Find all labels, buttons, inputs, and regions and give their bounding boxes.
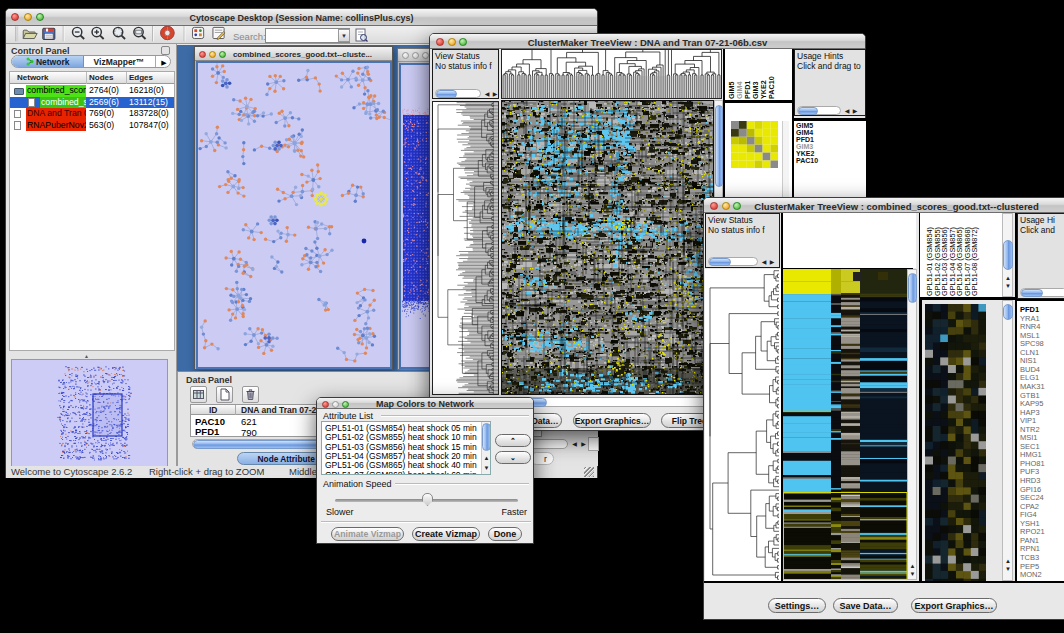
svg-text:GPL51-08 (GSM872): GPL51-08 (GSM872) (970, 227, 979, 296)
svg-text:PAC10: PAC10 (767, 76, 776, 99)
